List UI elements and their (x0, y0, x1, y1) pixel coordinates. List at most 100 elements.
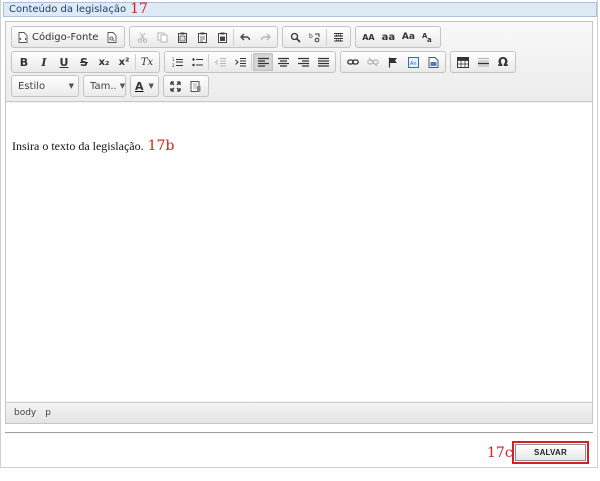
toolbar-group-insert: Ω (450, 51, 516, 73)
strike-label: S (80, 55, 88, 69)
media-button[interactable] (423, 53, 443, 71)
strike-button[interactable]: S (74, 53, 94, 71)
align-left-icon (257, 57, 269, 68)
remove-format-label: Tx (140, 56, 154, 68)
text-color-button[interactable]: A ▼ (133, 77, 156, 95)
numbered-list-button[interactable]: 12 (167, 53, 187, 71)
flag-icon (388, 57, 398, 68)
annotation-label: 17 (130, 1, 148, 17)
font-color-label: A (135, 79, 144, 93)
content-paragraph: Insira o texto da legislação. (12, 139, 144, 153)
toolbar-row-3: Estilo ▼ Tam.. ▼ A ▼ (11, 75, 209, 97)
svg-text:b: b (309, 33, 313, 40)
uppercase-button[interactable]: AA (358, 28, 378, 46)
underline-label: U (59, 55, 69, 69)
remove-format-button[interactable]: Tx (137, 53, 157, 71)
size-dropdown[interactable]: Tam.. ▼ (83, 75, 126, 97)
horizontal-rule-button[interactable] (473, 53, 493, 71)
paste-text-button[interactable] (192, 28, 212, 46)
maximize-icon (170, 80, 182, 92)
bold-label: B (19, 55, 29, 69)
numbered-list-icon: 12 (172, 57, 183, 68)
paste-button[interactable] (172, 28, 192, 46)
toggle-case-button[interactable]: Aa (418, 28, 438, 46)
path-item-p[interactable]: p (45, 408, 51, 418)
lowercase-label: aa (381, 31, 396, 43)
editor-content[interactable]: Insira o texto da legislação. 17b (12, 138, 174, 154)
select-all-icon (333, 32, 344, 43)
superscript-button[interactable]: x² (114, 53, 134, 71)
align-left-button[interactable] (253, 53, 273, 71)
editor-toolbar: Código-Fonte b AA aa Aa A a B I U S x₂ x… (6, 22, 592, 102)
show-blocks-button[interactable] (186, 77, 206, 95)
style-dropdown[interactable]: Estilo ▼ (11, 75, 79, 97)
special-char-label: Ω (497, 55, 509, 69)
link-icon (347, 57, 359, 67)
align-right-icon (297, 57, 309, 68)
toolbar-row-2: B I U S x₂ x² Tx 12 An Ω (11, 51, 516, 73)
editor-content-area[interactable]: Insira o texto da legislação. 17b (6, 103, 592, 401)
justify-button[interactable] (313, 53, 333, 71)
copy-icon (157, 32, 168, 43)
italic-button[interactable]: I (34, 53, 54, 71)
save-button[interactable]: SALVAR (515, 444, 586, 461)
align-right-button[interactable] (293, 53, 313, 71)
element-path-bar: body p (6, 402, 592, 423)
redo-button[interactable] (255, 28, 275, 46)
indent-icon (234, 57, 246, 68)
annotation-label: 17b (147, 138, 175, 154)
cut-button[interactable] (132, 28, 152, 46)
select-all-button[interactable] (328, 28, 348, 46)
capitalize-button[interactable]: Aa (398, 28, 418, 46)
path-item-body[interactable]: body (14, 408, 36, 418)
redo-icon (260, 32, 271, 42)
svg-text:2: 2 (172, 63, 175, 68)
svg-text:a: a (427, 36, 432, 43)
chevron-down-icon: ▼ (148, 82, 154, 90)
replace-button[interactable]: b (305, 28, 325, 46)
uppercase-label: AA (362, 32, 375, 42)
table-button[interactable] (453, 53, 473, 71)
toolbar-row-1: Código-Fonte b AA aa Aa A a (11, 26, 442, 48)
lowercase-button[interactable]: aa (378, 28, 398, 46)
svg-text:1: 1 (172, 57, 175, 62)
superscript-label: x² (118, 56, 130, 68)
link-button[interactable] (343, 53, 363, 71)
source-button[interactable]: Código-Fonte (14, 28, 102, 46)
outdent-icon (214, 57, 226, 68)
size-dropdown-label: Tam.. (90, 80, 117, 92)
image-icon: An (407, 56, 419, 68)
preview-button[interactable] (102, 28, 122, 46)
anchor-button[interactable] (383, 53, 403, 71)
unlink-icon (367, 57, 379, 67)
maximize-button[interactable] (166, 77, 186, 95)
toolbar-group-paragraph: 12 (164, 51, 336, 73)
underline-button[interactable]: U (54, 53, 74, 71)
image-button[interactable]: An (403, 53, 423, 71)
subscript-button[interactable]: x₂ (94, 53, 114, 71)
replace-icon: b (309, 32, 321, 43)
undo-button[interactable] (235, 28, 255, 46)
chevron-down-icon: ▼ (68, 82, 74, 90)
toolbar-separator (326, 29, 328, 45)
italic-label: I (41, 55, 47, 69)
toolbar-group-tools (162, 75, 209, 97)
preview-icon (107, 31, 117, 43)
paste-word-button[interactable] (212, 28, 232, 46)
chevron-down-icon: ▼ (119, 82, 126, 90)
find-button[interactable] (285, 28, 305, 46)
section-title: Conteúdo da legislação (9, 4, 127, 15)
outdent-button[interactable] (210, 53, 230, 71)
toolbar-group-search: b (282, 26, 352, 48)
indent-button[interactable] (230, 53, 250, 71)
unlink-button[interactable] (363, 53, 383, 71)
toggle-case-icon: Aa (422, 31, 434, 43)
annotation-label: 17c (487, 445, 513, 461)
toolbar-separator (208, 54, 209, 70)
copy-button[interactable] (152, 28, 172, 46)
special-char-button[interactable]: Ω (493, 53, 513, 71)
toolbar-group-document: Código-Fonte (11, 26, 126, 48)
align-center-button[interactable] (273, 53, 293, 71)
bold-button[interactable]: B (14, 53, 34, 71)
bulleted-list-button[interactable] (187, 53, 207, 71)
